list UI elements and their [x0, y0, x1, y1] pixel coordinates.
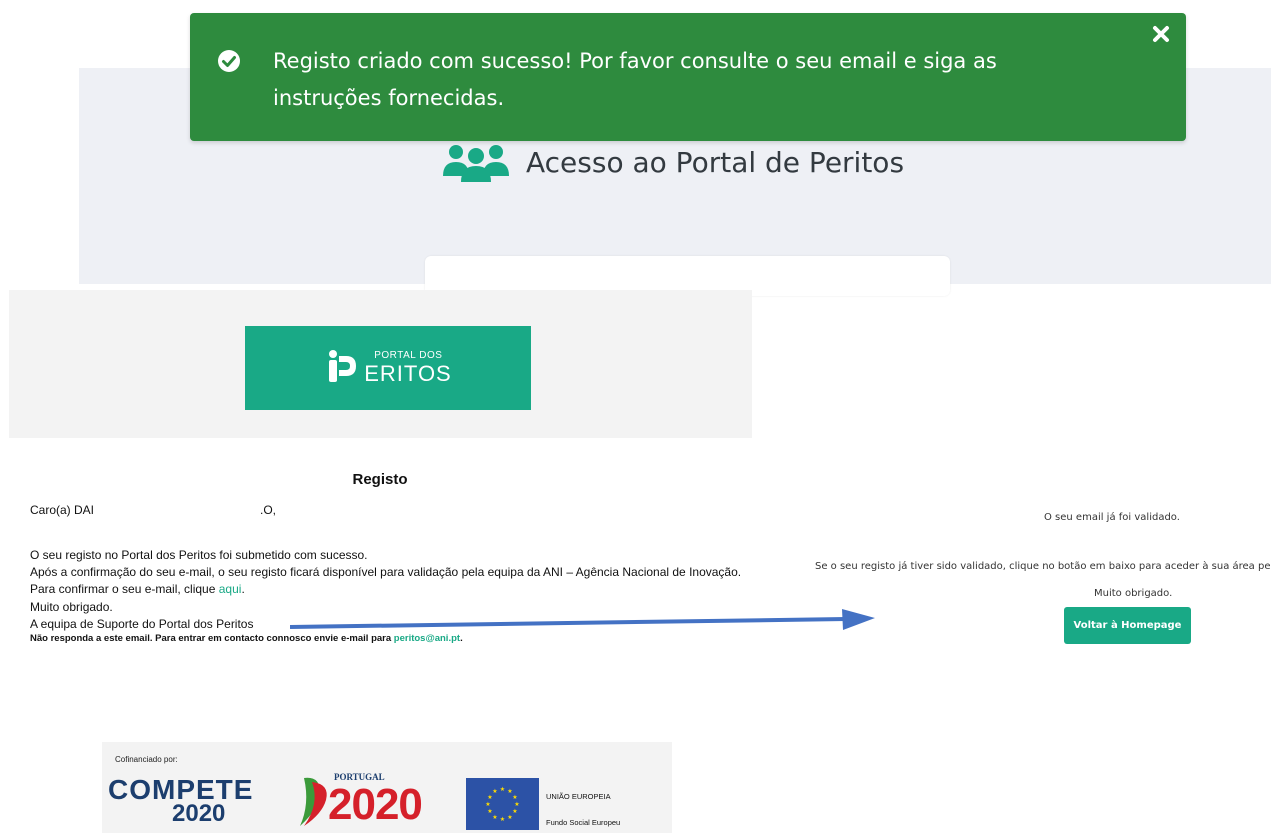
- portugal-year: 2020: [328, 780, 423, 829]
- compete-year: 2020: [172, 800, 226, 827]
- eu-flag-icon: ★ ★ ★ ★ ★ ★ ★ ★ ★ ★ ★ ★: [466, 778, 539, 830]
- compete-2020-logo: COMPETE 2020: [108, 770, 278, 830]
- portal-title: Acesso ao Portal de Peritos: [526, 145, 905, 179]
- email-greeting: Caro(a) DAI .O,: [30, 502, 750, 519]
- check-circle-icon: [218, 50, 240, 72]
- svg-text:★: ★: [507, 814, 512, 821]
- toast-message: Registo criado com sucesso! Por favor co…: [273, 49, 997, 110]
- svg-text:★: ★: [487, 808, 492, 815]
- email-line-1: O seu registo no Portal dos Peritos foi …: [30, 548, 368, 562]
- email-validated-text: O seu email já foi validado.: [1044, 512, 1180, 523]
- svg-text:★: ★: [492, 788, 497, 795]
- confirm-text: Para confirmar o seu e-mail, clique: [30, 582, 219, 597]
- annotation-arrow: [290, 609, 875, 630]
- cofinanced-label: Cofinanciado por:: [115, 755, 178, 764]
- svg-text:★: ★: [500, 816, 505, 823]
- svg-text:★: ★: [512, 808, 517, 815]
- validation-thanks: Muito obrigado.: [1094, 588, 1173, 599]
- logo-small-text: PORTAL DOS: [374, 350, 443, 361]
- svg-text:★: ★: [487, 794, 492, 801]
- peritos-logo-icon: [329, 350, 357, 382]
- logo-big-text: ERITOS: [364, 361, 452, 386]
- email-line-3: Para confirmar o seu e-mail, clique aqui…: [30, 581, 750, 598]
- confirm-link[interactable]: aqui: [219, 582, 242, 596]
- svg-text:★: ★: [492, 814, 497, 821]
- svg-text:★: ★: [485, 801, 490, 808]
- greeting-end: .O,: [260, 503, 277, 517]
- portal-heading: Acesso ao Portal de Peritos: [440, 140, 904, 184]
- portugal-2020-logo: PORTUGAL 2020: [290, 772, 450, 830]
- portal-peritos-logo: PORTAL DOS ERITOS: [245, 326, 531, 410]
- svg-text:★: ★: [512, 794, 517, 801]
- email-line-2: Após a confirmação do seu e-mail, o seu …: [30, 565, 742, 580]
- back-to-homepage-button[interactable]: Voltar à Homepage: [1064, 607, 1191, 644]
- email-title: Registo: [352, 471, 408, 488]
- eu-label: UNIÃO EUROPEIA: [546, 792, 611, 801]
- greeting-start: Caro(a) DAI: [30, 503, 95, 517]
- close-icon[interactable]: [1151, 24, 1171, 44]
- users-group-icon: [443, 145, 509, 182]
- svg-text:★: ★: [514, 801, 519, 808]
- success-toast: Registo criado com sucesso! Por favor co…: [190, 13, 1186, 141]
- portugal-flag-icon: [300, 777, 327, 826]
- svg-text:★: ★: [500, 786, 505, 793]
- validation-instruction: Se o seu registo já tiver sido validado,…: [815, 561, 1271, 572]
- eu-fund-label: Fundo Social Europeu: [546, 818, 621, 827]
- confirm-suffix: .: [241, 582, 245, 597]
